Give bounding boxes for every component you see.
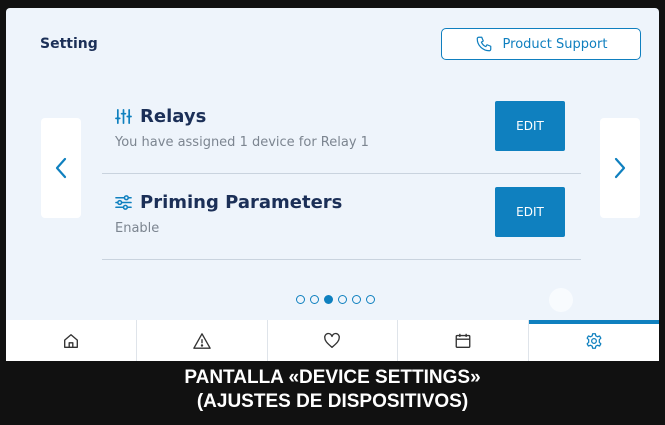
page-title: Setting — [40, 36, 98, 52]
relays-row: Relays You have assigned 1 device for Re… — [102, 88, 581, 174]
pagination-dot[interactable] — [296, 295, 305, 304]
bottom-tab-bar — [6, 320, 659, 361]
home-icon — [63, 333, 78, 348]
pagination-dot[interactable] — [338, 295, 347, 304]
gear-icon — [586, 332, 602, 349]
product-support-label: Product Support — [502, 36, 608, 52]
next-page-button[interactable] — [600, 118, 640, 218]
device-settings-screen: Setting Product Support Relays You have … — [6, 8, 659, 361]
caption-line-1: PANTALLA «DEVICE SETTINGS» — [184, 367, 481, 388]
priming-parameters-title-text: Priming Parameters — [140, 192, 343, 213]
relay-sliders-icon — [115, 109, 132, 124]
priming-parameters-title: Priming Parameters — [115, 192, 342, 213]
floating-bubble — [549, 288, 573, 312]
heart-icon — [324, 332, 341, 348]
pagination-dot[interactable] — [324, 295, 333, 304]
relays-title: Relays — [115, 106, 206, 127]
pagination-dot[interactable] — [310, 295, 319, 304]
tab-favorites[interactable] — [268, 320, 399, 361]
relays-title-text: Relays — [140, 106, 207, 127]
priming-parameters-edit-button[interactable]: EDIT — [495, 187, 565, 237]
priming-sliders-icon — [115, 195, 132, 210]
phone-icon — [476, 36, 491, 52]
chevron-right-icon — [614, 157, 626, 179]
relays-subtitle: You have assigned 1 device for Relay 1 — [115, 135, 369, 150]
tab-settings[interactable] — [529, 320, 659, 361]
screen-caption: PANTALLA «DEVICE SETTINGS» (AJUSTES DE D… — [0, 366, 665, 414]
pagination-dot[interactable] — [352, 295, 361, 304]
priming-parameters-subtitle: Enable — [115, 221, 160, 236]
pagination-dot[interactable] — [366, 295, 375, 304]
tab-schedule[interactable] — [398, 320, 530, 361]
priming-parameters-row: Priming Parameters Enable EDIT — [102, 174, 581, 260]
previous-page-button[interactable] — [41, 118, 81, 218]
product-support-button[interactable]: Product Support — [441, 28, 641, 60]
tab-home[interactable] — [6, 320, 137, 361]
calendar-icon — [455, 333, 471, 348]
caption-line-2: (AJUSTES DE DISPOSITIVOS) — [196, 391, 469, 412]
tab-alerts[interactable] — [137, 320, 268, 361]
warning-icon — [192, 332, 211, 349]
chevron-left-icon — [55, 157, 67, 179]
pagination-dots — [296, 295, 375, 304]
relays-edit-button[interactable]: EDIT — [495, 101, 565, 151]
